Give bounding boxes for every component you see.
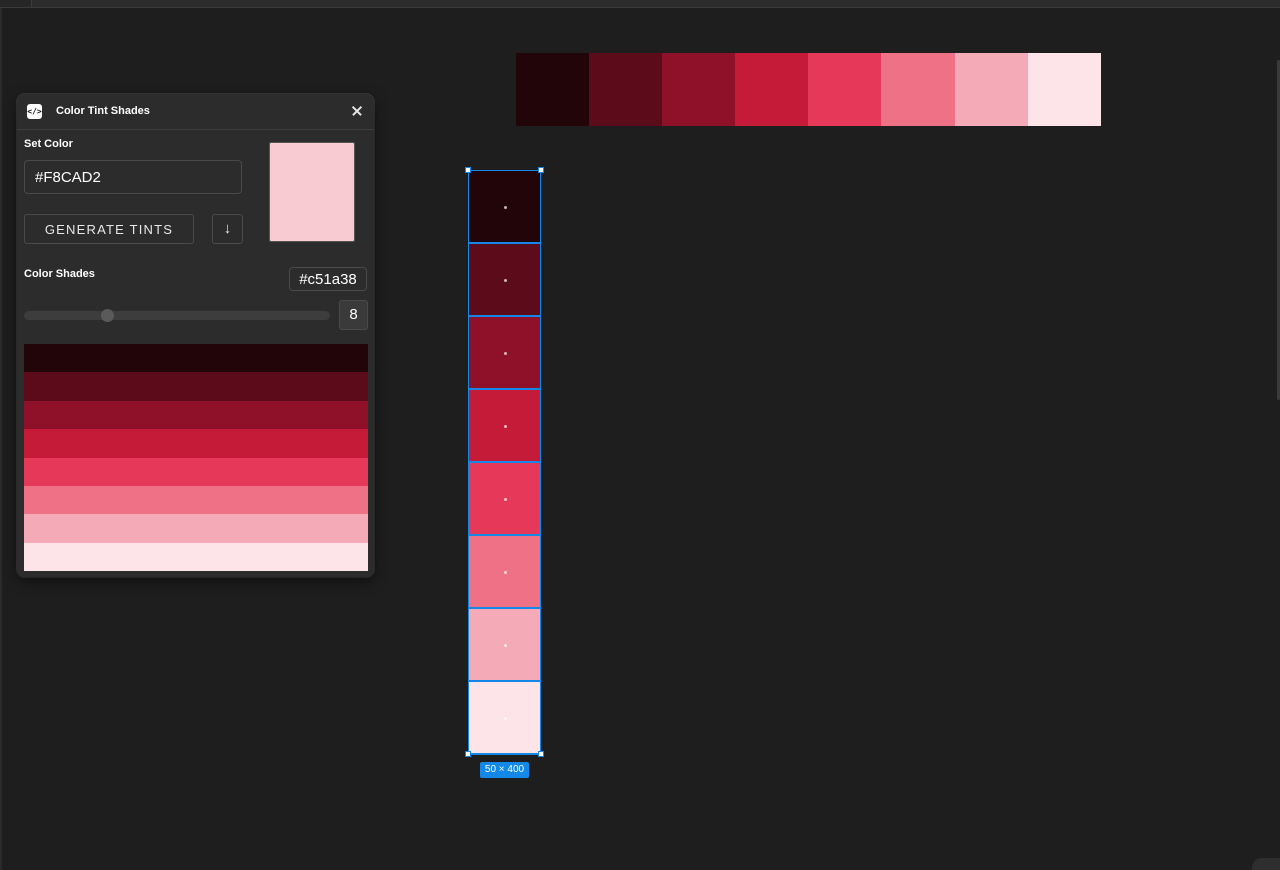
- palette-cell[interactable]: [1027, 53, 1101, 126]
- slider-thumb[interactable]: [100, 309, 114, 322]
- generate-tints-button[interactable]: GENERATE TINTS: [24, 214, 194, 244]
- selection-size-badge: 50 × 400: [480, 762, 529, 778]
- palette-cell[interactable]: [468, 535, 541, 608]
- close-icon[interactable]: [348, 102, 366, 120]
- shade-count-slider[interactable]: [24, 309, 330, 322]
- shade-count-field[interactable]: 8: [339, 300, 368, 330]
- plugin-panel: </> Color Tint Shades Set Color #F8CAD2 …: [17, 94, 374, 577]
- palette-cell[interactable]: [468, 608, 541, 681]
- resize-handle-bottom-right[interactable]: [538, 751, 544, 757]
- palette-cell[interactable]: [516, 53, 590, 126]
- shade-row[interactable]: [24, 429, 368, 458]
- left-panel-edge: [0, 8, 2, 870]
- shade-row[interactable]: [24, 514, 368, 543]
- plugin-title: Color Tint Shades: [56, 105, 150, 117]
- hex-color-input[interactable]: #F8CAD2: [24, 160, 242, 194]
- shade-row[interactable]: [24, 372, 368, 401]
- shade-row[interactable]: [24, 400, 368, 430]
- palette-cell[interactable]: [589, 53, 663, 126]
- center-point-icon: [504, 352, 507, 355]
- center-point-icon: [504, 425, 507, 428]
- center-point-icon: [504, 279, 507, 282]
- corner-control[interactable]: [1252, 858, 1280, 870]
- center-point-icon: [504, 498, 507, 501]
- palette-cell[interactable]: [468, 243, 541, 316]
- vertical-palette-frame[interactable]: [468, 170, 541, 754]
- resize-handle-top-right[interactable]: [538, 167, 544, 173]
- color-shades-label: Color Shades: [24, 268, 95, 280]
- top-toolbar-edge: [0, 0, 1280, 8]
- toolbar-segment: [0, 0, 32, 7]
- palette-cell[interactable]: [468, 170, 541, 243]
- center-point-icon: [504, 571, 507, 574]
- shade-hex-value[interactable]: #c51a38: [289, 267, 367, 291]
- center-point-icon: [504, 206, 507, 209]
- resize-handle-bottom-left[interactable]: [465, 751, 471, 757]
- plugin-header[interactable]: </> Color Tint Shades: [17, 94, 374, 130]
- palette-cell[interactable]: [468, 389, 541, 462]
- set-color-label: Set Color: [24, 138, 73, 150]
- shade-row[interactable]: [24, 485, 368, 515]
- palette-cell[interactable]: [808, 53, 882, 126]
- download-icon[interactable]: ↓: [212, 214, 243, 244]
- palette-cell[interactable]: [881, 53, 955, 126]
- color-preview-swatch: [269, 142, 355, 242]
- code-icon: </>: [27, 104, 42, 119]
- design-canvas[interactable]: 50 × 400 </> Color Tint Shades Set Color…: [0, 0, 1280, 870]
- center-point-icon: [504, 717, 507, 720]
- palette-cell[interactable]: [735, 53, 809, 126]
- palette-cell[interactable]: [468, 681, 541, 754]
- shade-list: [24, 344, 368, 572]
- palette-cell[interactable]: [468, 316, 541, 389]
- horizontal-palette-frame[interactable]: [516, 53, 1101, 126]
- shade-row[interactable]: [24, 344, 368, 373]
- resize-handle-top-left[interactable]: [465, 167, 471, 173]
- palette-cell[interactable]: [468, 462, 541, 535]
- shade-row[interactable]: [24, 542, 368, 572]
- shade-row[interactable]: [24, 457, 368, 486]
- center-point-icon: [504, 644, 507, 647]
- palette-cell[interactable]: [954, 53, 1028, 126]
- palette-cell[interactable]: [662, 53, 736, 126]
